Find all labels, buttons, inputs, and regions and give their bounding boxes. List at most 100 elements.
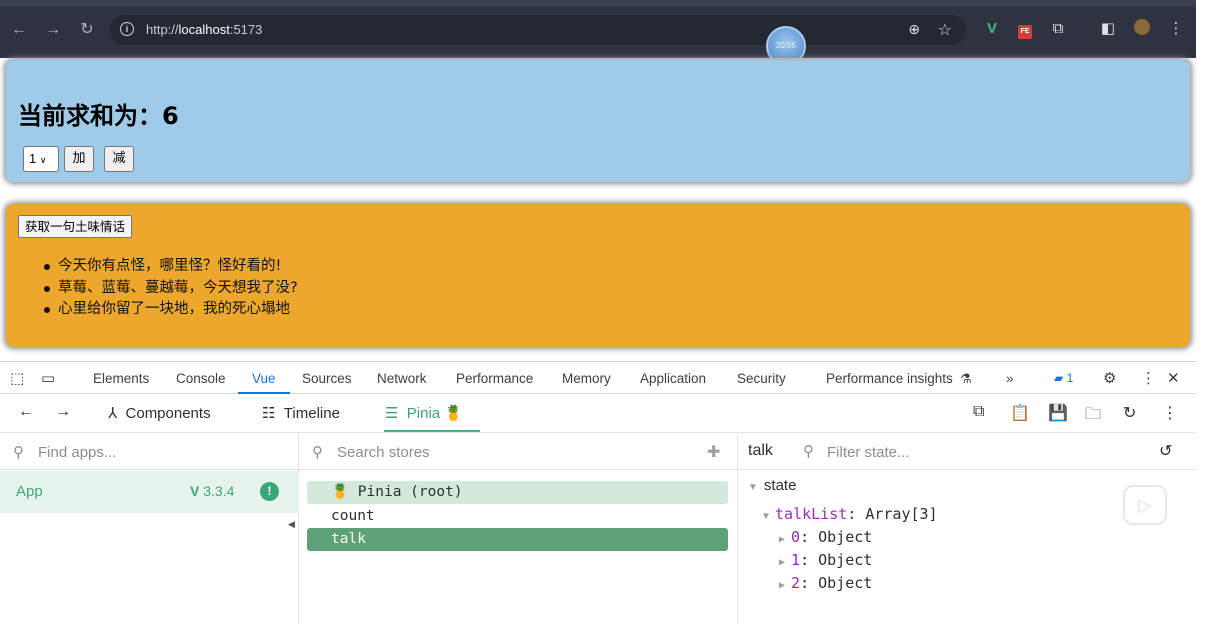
vue-menu-icon[interactable]: ⋮: [1162, 403, 1178, 423]
tab-elements[interactable]: Elements: [93, 371, 149, 386]
store-item-root[interactable]: 🍍 Pinia (root): [307, 481, 728, 504]
web-page: 当前求和为：6 1 ∨ 加 减 获取一句土味情话 今天你有点怪，哪里怪？怪好看的…: [0, 58, 1196, 365]
talk-list-item-node[interactable]: ▶ 1: Object: [779, 551, 872, 569]
back-arrow-icon[interactable]: ←: [18, 403, 34, 421]
talk-list-item-node[interactable]: ▶ 0: Object: [779, 528, 872, 546]
devtools-panel: ⬚ ▭ Elements Console Vue Sources Network…: [0, 361, 1196, 624]
browser-menu-icon[interactable]: ⋮: [1166, 19, 1186, 39]
screen: ← → ↻ i http://localhost:5173 ⊕ ☆ 20:05 …: [0, 0, 1206, 631]
device-toolbar-icon[interactable]: ▭: [41, 369, 55, 387]
components-icon: ⅄: [108, 405, 118, 422]
puzzle-icon[interactable]: ✚: [707, 442, 720, 462]
back-icon[interactable]: ←: [9, 20, 29, 40]
url-prefix: http://: [146, 22, 179, 37]
count-panel: 当前求和为：6 1 ∨ 加 减: [6, 60, 1190, 182]
inspect-element-icon[interactable]: ⬚: [10, 369, 24, 387]
store-root-label: Pinia (root): [357, 484, 463, 500]
talk-list-item: 今天你有点怪，哪里怪？怪好看的!: [44, 256, 298, 278]
tab-performance-insights[interactable]: Performance insights: [826, 371, 953, 386]
tab-timeline[interactable]: ☷ Timeline: [262, 404, 340, 422]
item-index: 0: [791, 528, 801, 546]
item-type: Object: [818, 551, 873, 569]
store-item-talk[interactable]: talk: [307, 528, 728, 551]
app-version-label: 3.3.4: [203, 483, 235, 499]
talk-list-item: 草莓、蓝莓、蔓越莓，今天想我了没?: [44, 278, 298, 300]
more-tabs-button[interactable]: »: [1006, 371, 1014, 386]
url-host: localhost: [178, 22, 230, 37]
side-panel-icon[interactable]: ◧: [1098, 19, 1118, 39]
add-button[interactable]: 加: [64, 146, 94, 172]
state-section-label: state: [763, 477, 797, 494]
flask-icon: ⚗: [960, 371, 972, 386]
address-bar[interactable]: i http://localhost:5173 ⊕ ☆: [110, 15, 966, 45]
refresh-icon[interactable]: ↻: [1123, 403, 1136, 423]
warning-badge-icon[interactable]: !: [260, 482, 279, 501]
tab-strip: [0, 0, 1196, 6]
vue-extension-icon[interactable]: V: [982, 19, 1002, 39]
tab-memory[interactable]: Memory: [562, 371, 611, 386]
subtract-button[interactable]: 减: [104, 146, 134, 172]
app-name: App: [16, 483, 43, 500]
search-stores-row: ⚲ ✚: [299, 433, 737, 470]
chevron-down-icon: ∨: [39, 155, 47, 165]
save-icon[interactable]: 💾: [1048, 403, 1068, 423]
sum-heading: 当前求和为：6: [18, 102, 179, 130]
tab-pinia-label: Pinia: [406, 405, 441, 422]
caret-down-icon: ▼: [748, 482, 758, 493]
bookmark-star-icon[interactable]: ☆: [938, 20, 952, 40]
item-type: Object: [818, 528, 873, 546]
vue-devtools-toolbar: ← → ⅄ Components ☷ Timeline ☰ Pinia 🍍 ⧉ …: [0, 394, 1196, 433]
app-list-item[interactable]: App V 3.3.4 !: [0, 471, 299, 513]
tab-pinia[interactable]: ☰ Pinia 🍍: [385, 404, 463, 422]
collapse-handle-icon[interactable]: ◀: [288, 519, 295, 530]
state-section[interactable]: ▼ state: [748, 477, 796, 494]
filter-state-input[interactable]: [827, 441, 1127, 463]
tab-components[interactable]: ⅄ Components: [108, 404, 211, 422]
tab-performance[interactable]: Performance: [456, 371, 533, 386]
pinia-list-icon: ☰: [385, 405, 399, 422]
message-count: 1: [1066, 371, 1074, 385]
search-stores-input[interactable]: [337, 441, 577, 463]
tab-application[interactable]: Application: [640, 371, 706, 386]
video-play-icon: ▷: [1123, 485, 1167, 525]
store-item-count[interactable]: count: [307, 505, 728, 528]
search-icon: ⚲: [803, 443, 814, 460]
item-type: Object: [818, 574, 873, 592]
timeline-icon: ☷: [262, 405, 276, 422]
tab-vue[interactable]: Vue: [252, 371, 276, 386]
close-icon[interactable]: ✕: [1167, 369, 1180, 387]
url-text[interactable]: http://localhost:5173: [146, 22, 262, 37]
folder-icon[interactable]: 🗀: [1085, 403, 1101, 430]
tab-network[interactable]: Network: [377, 371, 427, 386]
talk-list-node[interactable]: ▼ talkList: Array[3]: [763, 505, 938, 523]
state-header-row: talk ⚲ ↺: [739, 433, 1196, 470]
zoom-icon[interactable]: ⊕: [908, 21, 920, 38]
talk-panel: 获取一句土味情话 今天你有点怪，哪里怪？怪好看的! 草莓、蓝莓、蔓越莓，今天想我…: [6, 204, 1190, 347]
copy-icon[interactable]: ⧉: [973, 403, 984, 421]
step-select[interactable]: 1 ∨: [23, 146, 59, 172]
tab-console[interactable]: Console: [176, 371, 226, 386]
get-talk-button[interactable]: 获取一句土味情话: [18, 215, 133, 238]
devtools-menu-icon[interactable]: ⋮: [1141, 369, 1156, 387]
apps-column: ⚲ App V 3.3.4 ! ◀: [0, 433, 299, 624]
forward-icon[interactable]: →: [43, 20, 63, 40]
profile-avatar[interactable]: [1132, 19, 1152, 39]
history-icon[interactable]: ↺: [1159, 441, 1172, 461]
talk-list-item-node[interactable]: ▶ 2: Object: [779, 574, 872, 592]
forward-arrow-icon[interactable]: →: [55, 403, 71, 421]
messages-badge[interactable]: ▰ 1: [1054, 371, 1073, 385]
tab-security[interactable]: Security: [737, 371, 786, 386]
tab-sources[interactable]: Sources: [302, 371, 352, 386]
caret-down-icon: ▼: [763, 511, 770, 522]
extensions-puzzle-icon[interactable]: ⧉: [1048, 19, 1068, 39]
pinia-logo-icon: 🍍: [444, 405, 464, 422]
stores-column: ⚲ ✚ 🍍 Pinia (root) count talk: [299, 433, 738, 624]
find-apps-input[interactable]: [38, 441, 278, 463]
reload-icon[interactable]: ↻: [77, 20, 97, 40]
site-info-icon[interactable]: i: [120, 22, 134, 36]
app-version: V 3.3.4: [190, 483, 234, 499]
clipboard-icon[interactable]: 📋: [1010, 403, 1030, 423]
gear-icon[interactable]: ⚙: [1103, 369, 1116, 387]
fe-extension-icon[interactable]: FE: [1015, 19, 1035, 39]
caret-right-icon: ▶: [779, 580, 786, 591]
